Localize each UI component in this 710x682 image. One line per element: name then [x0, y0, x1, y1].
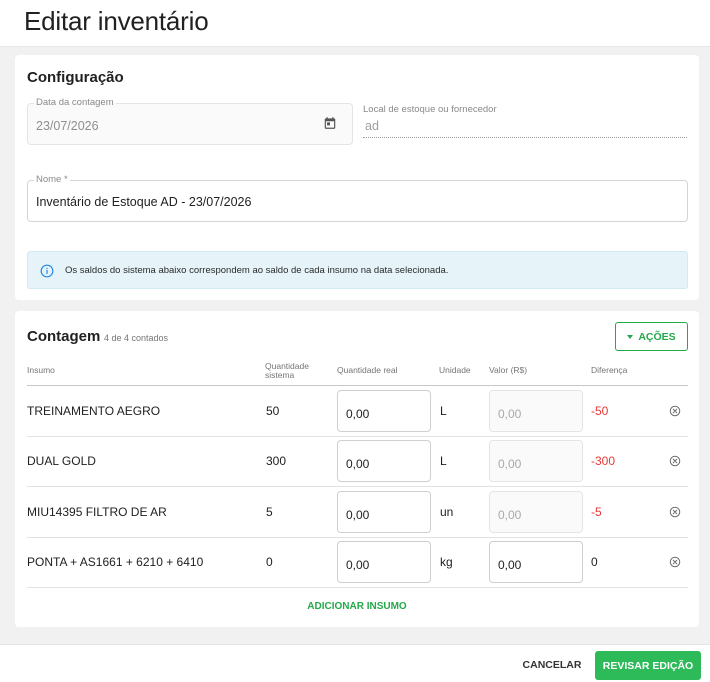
remove-circle-icon[interactable] — [669, 556, 681, 568]
date-field[interactable]: Data da contagem 23/07/2026 — [27, 97, 353, 145]
info-alert: Os saldos do sistema abaixo correspondem… — [27, 251, 688, 289]
info-text: Os saldos do sistema abaixo correspondem… — [65, 265, 449, 276]
row-qty-system: 50 — [266, 404, 280, 418]
col-qty-real: Quantidade real — [337, 365, 398, 375]
row-insumo-name: TREINAMENTO AEGRO — [27, 404, 161, 418]
row-unit: L — [440, 404, 447, 418]
row-value-input[interactable]: 0,00 — [489, 541, 583, 583]
row-divider — [27, 587, 688, 588]
config-title: Configuração — [27, 69, 124, 86]
actions-button[interactable]: AÇÕES — [615, 322, 688, 351]
count-title: Contagem — [27, 328, 101, 345]
actions-label: AÇÕES — [638, 330, 676, 343]
col-diff: Diferença — [591, 365, 628, 375]
caret-down-icon — [627, 334, 634, 339]
page-title: Editar inventário — [24, 6, 209, 36]
row-unit: kg — [440, 555, 453, 569]
name-field-label: Nome * — [34, 174, 70, 185]
table-row: MIU14395 FILTRO DE AR 5 0,00 un 0,00 -5 — [27, 487, 688, 538]
table-row: PONTA + AS1661 + 6210 + 6410 0 0,00 kg 0,00 0 — [27, 537, 688, 588]
col-qty-system-line2: sistema — [265, 370, 295, 380]
review-edit-button[interactable]: REVISAR EDIÇÃO — [595, 651, 701, 680]
col-qty-system: Quantidade sistema — [265, 362, 309, 380]
row-qty-real-input[interactable]: 0,00 — [337, 491, 431, 533]
col-value: Valor (R$) — [489, 365, 528, 375]
row-qty-system: 5 — [266, 505, 273, 519]
date-field-value: 23/07/2026 — [36, 119, 99, 133]
row-difference: -300 — [591, 454, 616, 468]
row-unit: un — [440, 505, 454, 519]
col-unit: Unidade — [439, 365, 471, 375]
page-header: Editar inventário — [0, 0, 710, 47]
remove-circle-icon[interactable] — [669, 506, 681, 518]
name-field[interactable]: Nome * Inventário de Estoque AD - 23/07/… — [27, 174, 688, 222]
row-qty-real-input[interactable]: 0,00 — [337, 541, 431, 583]
row-difference: -5 — [591, 505, 602, 519]
remove-circle-icon[interactable] — [669, 455, 681, 467]
local-field-label: Local de estoque ou fornecedor — [363, 104, 497, 115]
row-insumo-name: MIU14395 FILTRO DE AR — [27, 505, 167, 519]
row-difference: 0 — [591, 555, 598, 569]
footer-bar: CANCELAR REVISAR EDIÇÃO — [0, 644, 710, 682]
calendar-icon[interactable] — [323, 116, 337, 130]
date-field-label: Data da contagem — [34, 97, 116, 108]
row-unit: L — [440, 454, 447, 468]
remove-circle-icon[interactable] — [669, 405, 681, 417]
row-value-input: 0,00 — [489, 390, 583, 432]
add-insumo-link[interactable]: ADICIONAR INSUMO — [15, 601, 699, 612]
local-field-value: ad — [365, 119, 379, 133]
local-field[interactable]: Local de estoque ou fornecedor ad — [363, 102, 687, 138]
row-difference: -50 — [591, 404, 609, 418]
col-insumo: Insumo — [27, 365, 55, 375]
row-qty-system: 300 — [266, 454, 287, 468]
config-card: Configuração Data da contagem 23/07/2026… — [15, 55, 699, 300]
row-value-input: 0,00 — [489, 440, 583, 482]
table-row: DUAL GOLD 300 0,00 L 0,00 -300 — [27, 436, 688, 487]
table-row: TREINAMENTO AEGRO 50 0,00 L 0,00 -50 — [27, 386, 688, 437]
row-insumo-name: DUAL GOLD — [27, 454, 96, 468]
row-value-input: 0,00 — [489, 491, 583, 533]
name-field-value[interactable]: Inventário de Estoque AD - 23/07/2026 — [36, 195, 251, 209]
row-qty-real-input[interactable]: 0,00 — [337, 390, 431, 432]
row-qty-real-input[interactable]: 0,00 — [337, 440, 431, 482]
row-qty-system: 0 — [266, 555, 273, 569]
info-icon — [40, 264, 54, 278]
count-card: Contagem 4 de 4 contados AÇÕES Insumo Qu… — [15, 311, 699, 627]
count-subtitle: 4 de 4 contados — [104, 333, 169, 343]
row-insumo-name: PONTA + AS1661 + 6210 + 6410 — [27, 555, 204, 569]
cancel-button[interactable]: CANCELAR — [516, 653, 588, 677]
